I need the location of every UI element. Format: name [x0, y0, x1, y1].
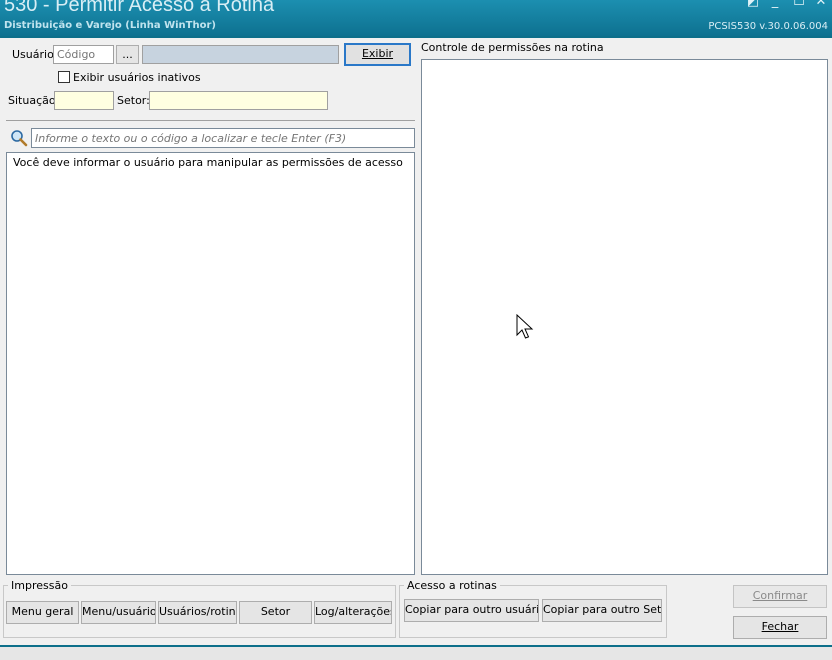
inactive-users-checkbox[interactable] [58, 71, 70, 83]
title-bar: 530 - Permitir Acesso a Rotina Distribui… [0, 0, 832, 36]
user-name-field [142, 45, 339, 64]
close-icon[interactable]: ✕ [814, 0, 828, 8]
minimize-icon[interactable]: _ [768, 0, 782, 8]
user-label: Usuário: [12, 48, 58, 61]
window-subtitle: Distribuição e Varejo (Linha WinThor) [4, 20, 216, 31]
inactive-users-label: Exibir usuários inativos [73, 71, 201, 84]
mouse-cursor-icon [516, 313, 534, 342]
search-icon [10, 129, 28, 147]
user-permissions-list[interactable]: Você deve informar o usuário para manipu… [6, 152, 415, 575]
close-button[interactable]: Fechar [733, 616, 827, 639]
confirm-button-label: Confirmar [752, 589, 808, 602]
print-setor-button[interactable]: Setor [239, 601, 312, 624]
search-input[interactable] [31, 128, 415, 148]
situation-input[interactable] [54, 91, 114, 110]
situation-label: Situação: [8, 94, 60, 107]
sector-label: Setor: [117, 94, 150, 107]
status-bar [0, 645, 832, 660]
print-group-title: Impressão [8, 579, 71, 592]
close-button-label: Fechar [761, 620, 799, 633]
show-button-label: Exibir [361, 47, 394, 60]
copy-to-user-button[interactable]: Copiar para outro usuário [404, 599, 539, 622]
print-log-alteracoes-button[interactable]: Log/alterações [314, 601, 392, 624]
confirm-button[interactable]: Confirmar [733, 585, 827, 608]
browse-user-button[interactable]: ... [116, 45, 139, 64]
print-menu-usuario-button[interactable]: Menu/usuário [81, 601, 156, 624]
permissions-panel[interactable] [421, 59, 828, 575]
user-code-input[interactable] [53, 45, 114, 64]
separator [6, 120, 415, 121]
print-usuarios-rotina-button[interactable]: Usuários/rotina [158, 601, 237, 624]
window-title: 530 - Permitir Acesso a Rotina [4, 0, 275, 16]
version-label: PCSIS530 v.30.0.06.004 [708, 21, 828, 32]
maximize-icon[interactable]: ☐ [792, 0, 806, 8]
permissions-title: Controle de permissões na rotina [421, 41, 604, 54]
restore-icon[interactable]: ◩ [746, 0, 760, 8]
title-divider [0, 36, 832, 38]
print-menu-geral-button[interactable]: Menu geral [6, 601, 79, 624]
show-button[interactable]: Exibir [344, 43, 411, 66]
access-group-title: Acesso a rotinas [404, 579, 500, 592]
empty-list-message: Você deve informar o usuário para manipu… [13, 156, 403, 169]
sector-input[interactable] [149, 91, 328, 110]
copy-to-sector-button[interactable]: Copiar para outro Setor [542, 599, 662, 622]
